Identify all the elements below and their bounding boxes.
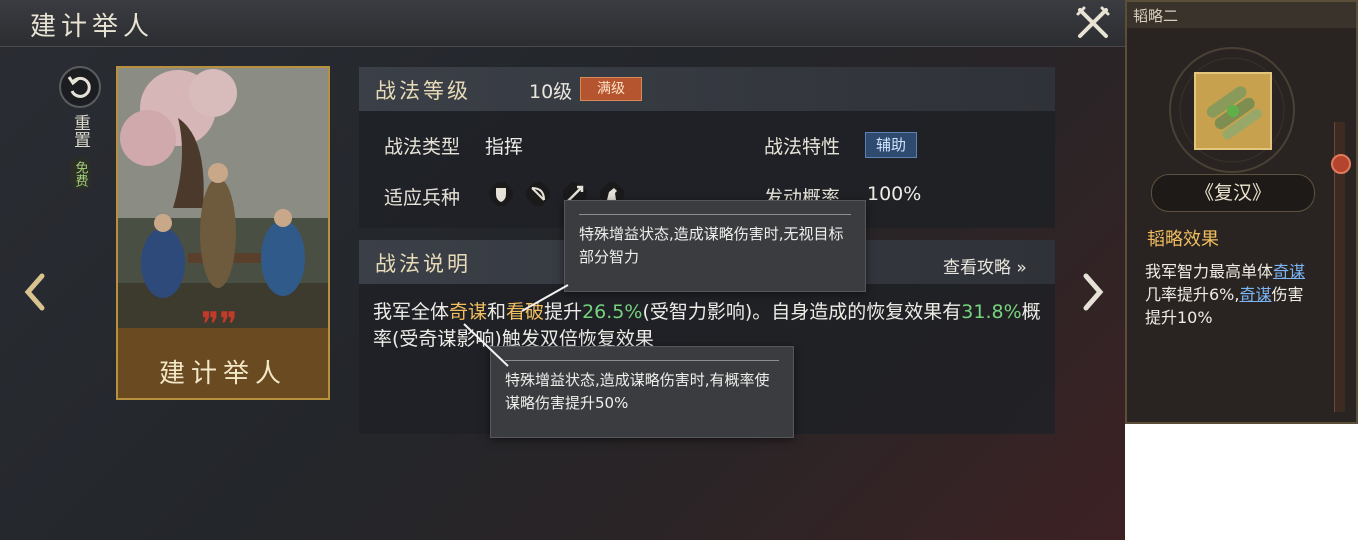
page-title: 建计举人 [30,12,155,42]
skill-level: 10级 [529,81,573,103]
shield-icon [489,182,513,206]
unit-type-label: 适应兵种 [384,187,461,209]
scroll-item-icon[interactable] [1194,72,1272,150]
side-tab-label[interactable]: 韬略二 [1133,5,1178,26]
level-section-header: 战法等级 10级 满级 [359,67,1055,111]
reset-button[interactable]: 重置 免费 [58,66,102,194]
effect-title: 韬略效果 [1147,229,1219,250]
reset-label: 重置 [70,114,90,148]
skill-trait-label: 战法特性 [764,136,841,158]
keyword-qimou-link[interactable]: 奇谋 [1239,285,1271,304]
close-icon[interactable] [1074,4,1112,42]
skill-card-name: 建计举人 [158,359,287,389]
view-guide-link[interactable]: 查看攻略 » [943,253,1027,278]
tooltip-pointer [521,284,569,312]
prev-arrow-icon[interactable] [20,272,50,312]
tooltip-pointer [463,323,509,367]
skill-type-value: 指挥 [485,136,524,158]
level-section-title: 战法等级 [375,79,471,103]
side-scroll-knob[interactable] [1331,154,1351,174]
skill-trait-badge: 辅助 [865,132,917,158]
desc-section-title: 战法说明 [375,252,471,276]
bow-icon [526,182,550,206]
side-tab-bar: 韬略二 [1127,2,1356,28]
strategy-side-panel: 韬略二 《复汉》 韬略效果 我军智力最高单体奇谋几率提升6%,奇谋伤害提升10% [1125,0,1358,424]
skill-type-label: 战法类型 [384,136,461,158]
skill-detail-panel: 建计举人 重置 免费 ❞❞ 建计举人 战法等级 10级 满级 战法类型 指挥 战… [0,0,1125,540]
max-level-badge: 满级 [580,77,642,101]
tooltip-kanpo: 特殊增益状态,造成谋略伤害时,有概率使谋略伤害提升50% [490,346,794,438]
title-bar: 建计举人 [0,0,1125,47]
keyword-qimou-link[interactable]: 奇谋 [1273,262,1305,281]
reset-icon [59,66,101,108]
skill-card: ❞❞ 建计举人 [116,66,330,400]
strategy-name: 《复汉》 [1151,174,1315,212]
svg-text:❞❞: ❞❞ [201,305,238,345]
tooltip-qimou: 特殊增益状态,造成谋略伤害时,无视目标部分智力 [564,200,866,292]
effect-text: 我军智力最高单体奇谋几率提升6%,奇谋伤害提升10% [1145,262,1306,327]
next-arrow-icon[interactable] [1078,272,1108,312]
keyword-qimou[interactable]: 奇谋 [449,301,487,323]
free-badge: 免费 [69,158,91,190]
skill-card-art: ❞❞ [118,68,328,398]
trigger-chance-value: 100% [867,183,922,205]
